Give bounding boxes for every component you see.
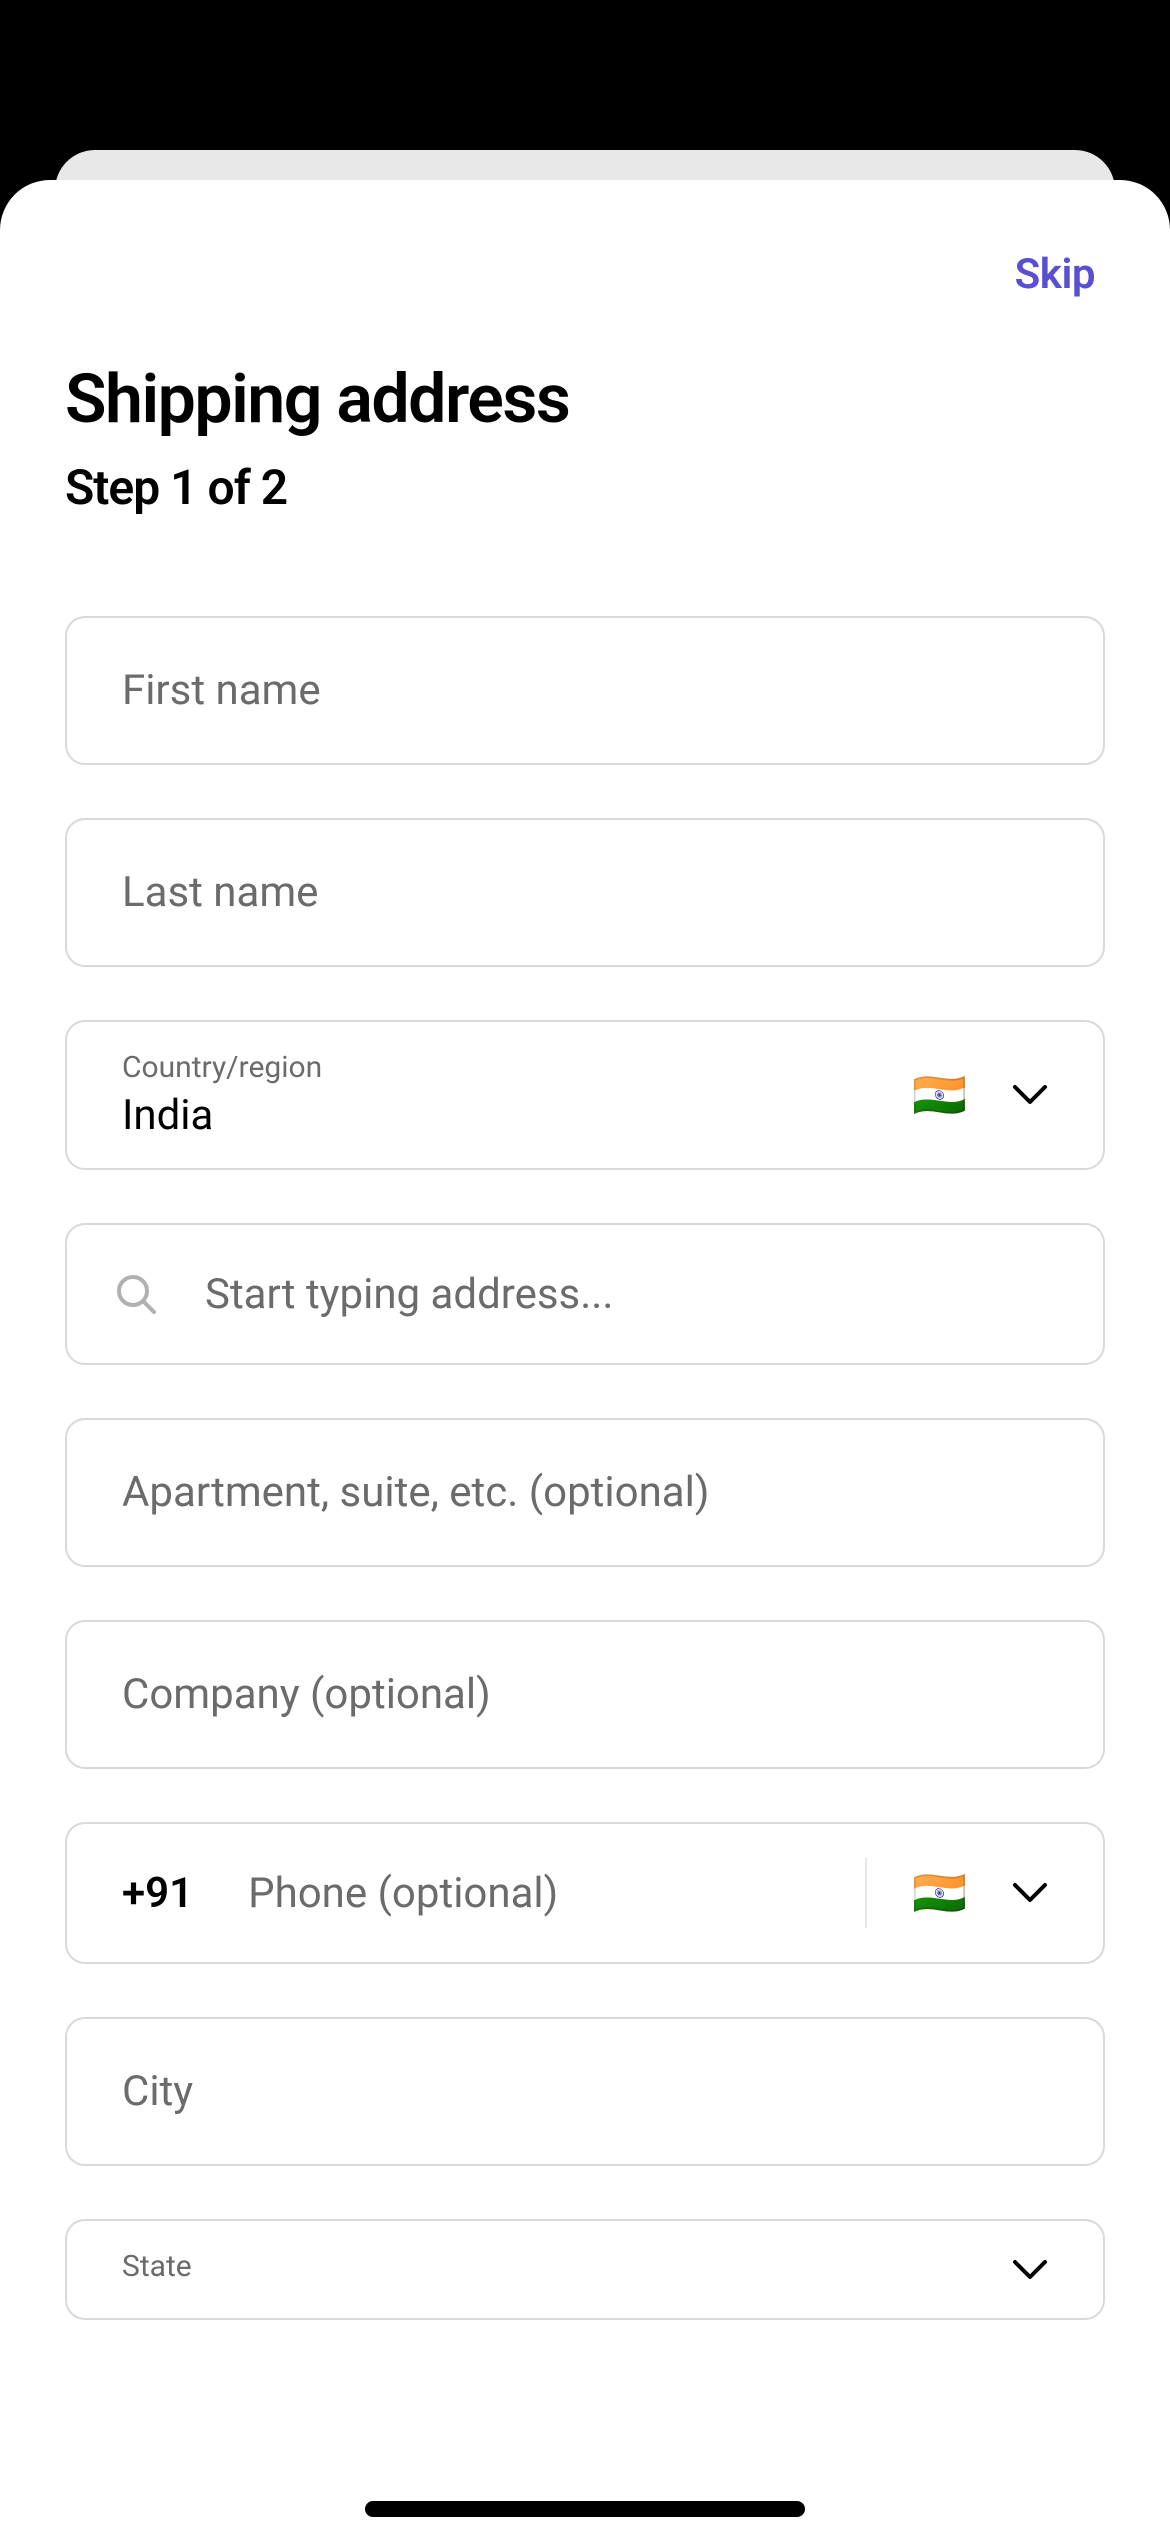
country-value: India — [122, 1091, 912, 1140]
first-name-field — [65, 616, 1105, 765]
skip-button[interactable]: Skip — [1015, 250, 1095, 299]
chevron-down-icon[interactable] — [1012, 1875, 1048, 1911]
first-name-input[interactable] — [67, 618, 1103, 763]
state-label: State — [122, 2249, 1012, 2284]
apartment-field — [65, 1418, 1105, 1567]
phone-field: +91 🇮🇳 — [65, 1822, 1105, 1964]
country-flag-icon: 🇮🇳 — [912, 1069, 967, 1121]
phone-divider — [865, 1858, 867, 1928]
state-select[interactable]: State — [65, 2219, 1105, 2320]
apartment-input[interactable] — [67, 1420, 1103, 1565]
chevron-down-icon — [1012, 2252, 1048, 2288]
modal-sheet: Skip Shipping address Step 1 of 2 Countr… — [0, 180, 1170, 2532]
last-name-field — [65, 818, 1105, 967]
country-select[interactable]: Country/region India 🇮🇳 — [65, 1020, 1105, 1170]
address-search-input[interactable] — [205, 1270, 1048, 1319]
country-label: Country/region — [122, 1050, 912, 1085]
header-actions: Skip — [65, 180, 1105, 359]
city-field — [65, 2017, 1105, 2166]
phone-prefix: +91 — [122, 1869, 193, 1918]
country-select-content: Country/region India — [122, 1050, 912, 1140]
last-name-input[interactable] — [67, 820, 1103, 965]
chevron-down-icon — [1012, 1077, 1048, 1113]
city-input[interactable] — [67, 2019, 1103, 2164]
state-select-content: State — [122, 2249, 1012, 2290]
company-input[interactable] — [67, 1622, 1103, 1767]
home-indicator[interactable] — [365, 2501, 805, 2517]
company-field — [65, 1620, 1105, 1769]
address-search-field — [65, 1223, 1105, 1365]
phone-flag-icon: 🇮🇳 — [912, 1867, 967, 1919]
search-icon — [115, 1273, 157, 1315]
page-title: Shipping address — [65, 359, 1105, 439]
phone-input[interactable] — [248, 1869, 865, 1918]
step-indicator: Step 1 of 2 — [65, 459, 1105, 516]
